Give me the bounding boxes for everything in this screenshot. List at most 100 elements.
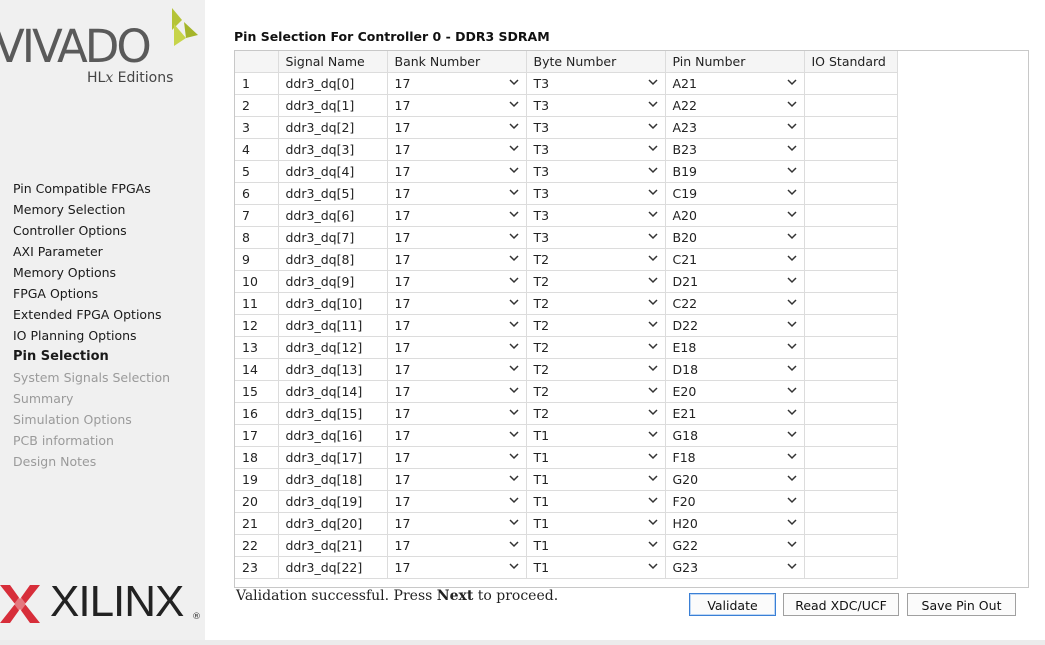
wizard-step-axi-parameter[interactable]: AXI Parameter	[13, 241, 170, 262]
io-standard-cell[interactable]	[804, 336, 898, 359]
byte-number-dropdown[interactable]: T1	[526, 512, 666, 535]
table-row[interactable]: 20 ddr3_dq[19] 17 T1 F20	[235, 490, 898, 513]
io-standard-cell[interactable]	[804, 160, 898, 183]
bank-number-dropdown[interactable]: 17	[387, 358, 527, 381]
chevron-down-icon[interactable]	[647, 406, 659, 421]
column-header-bank-number[interactable]: Bank Number	[387, 51, 527, 73]
io-standard-cell[interactable]	[804, 358, 898, 381]
chevron-down-icon[interactable]	[786, 362, 798, 377]
bank-number-dropdown[interactable]: 17	[387, 490, 527, 513]
bank-number-dropdown[interactable]: 17	[387, 512, 527, 535]
chevron-down-icon[interactable]	[647, 516, 659, 531]
chevron-down-icon[interactable]	[508, 538, 520, 553]
chevron-down-icon[interactable]	[786, 538, 798, 553]
pin-number-dropdown[interactable]: A20	[665, 204, 805, 227]
chevron-down-icon[interactable]	[786, 274, 798, 289]
chevron-down-icon[interactable]	[647, 296, 659, 311]
pin-number-dropdown[interactable]: B20	[665, 226, 805, 249]
chevron-down-icon[interactable]	[508, 98, 520, 113]
table-row[interactable]: 13 ddr3_dq[12] 17 T2 E18	[235, 336, 898, 359]
bank-number-dropdown[interactable]: 17	[387, 204, 527, 227]
byte-number-dropdown[interactable]: T2	[526, 336, 666, 359]
table-row[interactable]: 17 ddr3_dq[16] 17 T1 G18	[235, 424, 898, 447]
byte-number-dropdown[interactable]: T1	[526, 424, 666, 447]
pin-number-dropdown[interactable]: A22	[665, 94, 805, 117]
wizard-step-io-planning-options[interactable]: IO Planning Options	[13, 325, 170, 346]
bank-number-dropdown[interactable]: 17	[387, 446, 527, 469]
pin-number-dropdown[interactable]: B23	[665, 138, 805, 161]
wizard-step-memory-selection[interactable]: Memory Selection	[13, 199, 170, 220]
chevron-down-icon[interactable]	[786, 296, 798, 311]
pin-number-dropdown[interactable]: E20	[665, 380, 805, 403]
io-standard-cell[interactable]	[804, 314, 898, 337]
chevron-down-icon[interactable]	[508, 494, 520, 509]
chevron-down-icon[interactable]	[508, 120, 520, 135]
chevron-down-icon[interactable]	[647, 450, 659, 465]
bank-number-dropdown[interactable]: 17	[387, 94, 527, 117]
chevron-down-icon[interactable]	[647, 164, 659, 179]
chevron-down-icon[interactable]	[647, 98, 659, 113]
table-row[interactable]: 9 ddr3_dq[8] 17 T2 C21	[235, 248, 898, 271]
chevron-down-icon[interactable]	[647, 560, 659, 575]
chevron-down-icon[interactable]	[508, 274, 520, 289]
chevron-down-icon[interactable]	[786, 252, 798, 267]
table-row[interactable]: 4 ddr3_dq[3] 17 T3 B23	[235, 138, 898, 161]
chevron-down-icon[interactable]	[508, 384, 520, 399]
io-standard-cell[interactable]	[804, 490, 898, 513]
byte-number-dropdown[interactable]: T3	[526, 94, 666, 117]
chevron-down-icon[interactable]	[786, 142, 798, 157]
chevron-down-icon[interactable]	[786, 494, 798, 509]
byte-number-dropdown[interactable]: T1	[526, 534, 666, 557]
pin-number-dropdown[interactable]: G23	[665, 556, 805, 579]
column-header-pin-number[interactable]: Pin Number	[665, 51, 805, 73]
chevron-down-icon[interactable]	[647, 120, 659, 135]
byte-number-dropdown[interactable]: T1	[526, 446, 666, 469]
bank-number-dropdown[interactable]: 17	[387, 534, 527, 557]
byte-number-dropdown[interactable]: T1	[526, 556, 666, 579]
byte-number-dropdown[interactable]: T2	[526, 270, 666, 293]
wizard-step-fpga-options[interactable]: FPGA Options	[13, 283, 170, 304]
bank-number-dropdown[interactable]: 17	[387, 380, 527, 403]
pin-number-dropdown[interactable]: E18	[665, 336, 805, 359]
pin-number-dropdown[interactable]: C22	[665, 292, 805, 315]
chevron-down-icon[interactable]	[508, 164, 520, 179]
chevron-down-icon[interactable]	[647, 76, 659, 91]
chevron-down-icon[interactable]	[786, 76, 798, 91]
table-row[interactable]: 22 ddr3_dq[21] 17 T1 G22	[235, 534, 898, 557]
chevron-down-icon[interactable]	[508, 208, 520, 223]
chevron-down-icon[interactable]	[508, 516, 520, 531]
io-standard-cell[interactable]	[804, 446, 898, 469]
chevron-down-icon[interactable]	[508, 252, 520, 267]
chevron-down-icon[interactable]	[508, 472, 520, 487]
chevron-down-icon[interactable]	[786, 428, 798, 443]
io-standard-cell[interactable]	[804, 138, 898, 161]
chevron-down-icon[interactable]	[786, 516, 798, 531]
io-standard-cell[interactable]	[804, 226, 898, 249]
chevron-down-icon[interactable]	[786, 164, 798, 179]
chevron-down-icon[interactable]	[647, 208, 659, 223]
chevron-down-icon[interactable]	[786, 560, 798, 575]
io-standard-cell[interactable]	[804, 512, 898, 535]
io-standard-cell[interactable]	[804, 116, 898, 139]
pin-number-dropdown[interactable]: C21	[665, 248, 805, 271]
bank-number-dropdown[interactable]: 17	[387, 336, 527, 359]
bank-number-dropdown[interactable]: 17	[387, 226, 527, 249]
chevron-down-icon[interactable]	[786, 186, 798, 201]
bank-number-dropdown[interactable]: 17	[387, 116, 527, 139]
chevron-down-icon[interactable]	[786, 98, 798, 113]
table-row[interactable]: 18 ddr3_dq[17] 17 T1 F18	[235, 446, 898, 469]
chevron-down-icon[interactable]	[786, 318, 798, 333]
chevron-down-icon[interactable]	[786, 230, 798, 245]
bank-number-dropdown[interactable]: 17	[387, 402, 527, 425]
chevron-down-icon[interactable]	[786, 340, 798, 355]
chevron-down-icon[interactable]	[786, 208, 798, 223]
io-standard-cell[interactable]	[804, 468, 898, 491]
io-standard-cell[interactable]	[804, 402, 898, 425]
byte-number-dropdown[interactable]: T2	[526, 402, 666, 425]
table-row[interactable]: 19 ddr3_dq[18] 17 T1 G20	[235, 468, 898, 491]
chevron-down-icon[interactable]	[508, 560, 520, 575]
io-standard-cell[interactable]	[804, 270, 898, 293]
chevron-down-icon[interactable]	[508, 450, 520, 465]
bank-number-dropdown[interactable]: 17	[387, 248, 527, 271]
bank-number-dropdown[interactable]: 17	[387, 270, 527, 293]
